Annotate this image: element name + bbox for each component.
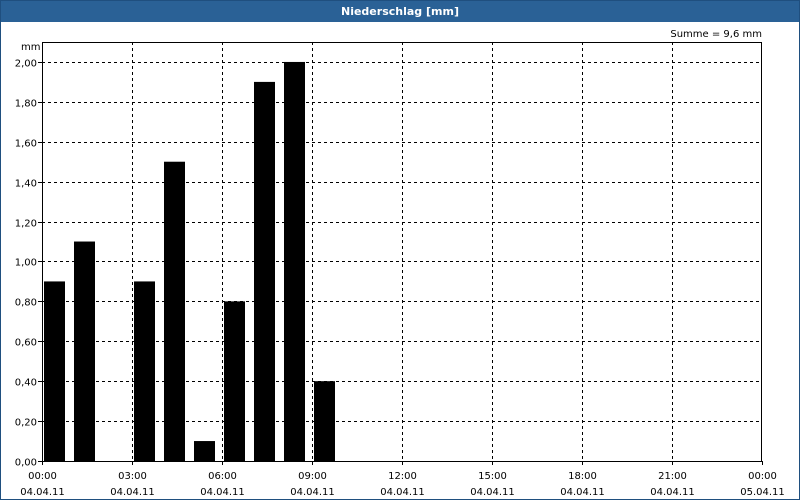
bar [164,161,185,461]
y-tick-label: 1,80 [15,99,37,110]
x-tick-date: 04.04.11 [560,487,605,498]
y-tick-label: 0,40 [15,378,37,389]
y-tick-label: 1,00 [15,258,37,269]
y-tick-label: 0,00 [15,458,37,469]
x-tick-time: 00:00 [748,471,777,482]
bar [74,241,95,461]
x-tick-date: 04.04.11 [110,487,155,498]
x-tick-date: 04.04.11 [650,487,695,498]
y-tick-label: 0,20 [15,418,37,429]
x-tick-date: 04.04.11 [470,487,515,498]
x-tick-time: 18:00 [568,471,597,482]
y-tick-label: 1,60 [15,139,37,150]
x-tick-date: 04.04.11 [20,487,65,498]
bar [254,81,275,462]
bar [44,281,65,461]
y-axis-unit: mm [21,42,40,53]
precipitation-chart: 0,00 0,20 0,40 0,60 0,80 1,00 1,20 1,40 1,60 1,80… [15,29,785,498]
x-tick-time: 06:00 [208,471,237,482]
bar [224,301,245,461]
x-tick-time: 03:00 [118,471,147,482]
y-tick-label: 1,20 [15,219,37,230]
x-tick-date: 04.04.11 [290,487,335,498]
x-tick-time: 00:00 [28,471,57,482]
x-tick-time: 12:00 [388,471,417,482]
x-tick-time: 21:00 [658,471,687,482]
chart-window: Niederschlag [mm] 0,00 0,20 0,40 0,60 0,80 1,… [0,0,800,500]
y-tick-label: 0,60 [15,338,37,349]
x-tick-date: 04.04.11 [380,487,425,498]
y-tick-label: 2,00 [15,59,37,70]
x-tick-time: 15:00 [478,471,507,482]
bar [134,281,155,461]
y-tick-label: 1,40 [15,179,37,190]
x-tick-date: 04.04.11 [200,487,245,498]
sum-annotation: Summe = 9,6 mm [670,29,762,40]
y-tick-label: 0,80 [15,298,37,309]
bar [194,441,215,461]
bar [284,61,305,461]
bar [314,381,335,461]
x-tick-date: 05.04.11 [740,487,785,498]
x-tick-time: 09:00 [298,471,327,482]
